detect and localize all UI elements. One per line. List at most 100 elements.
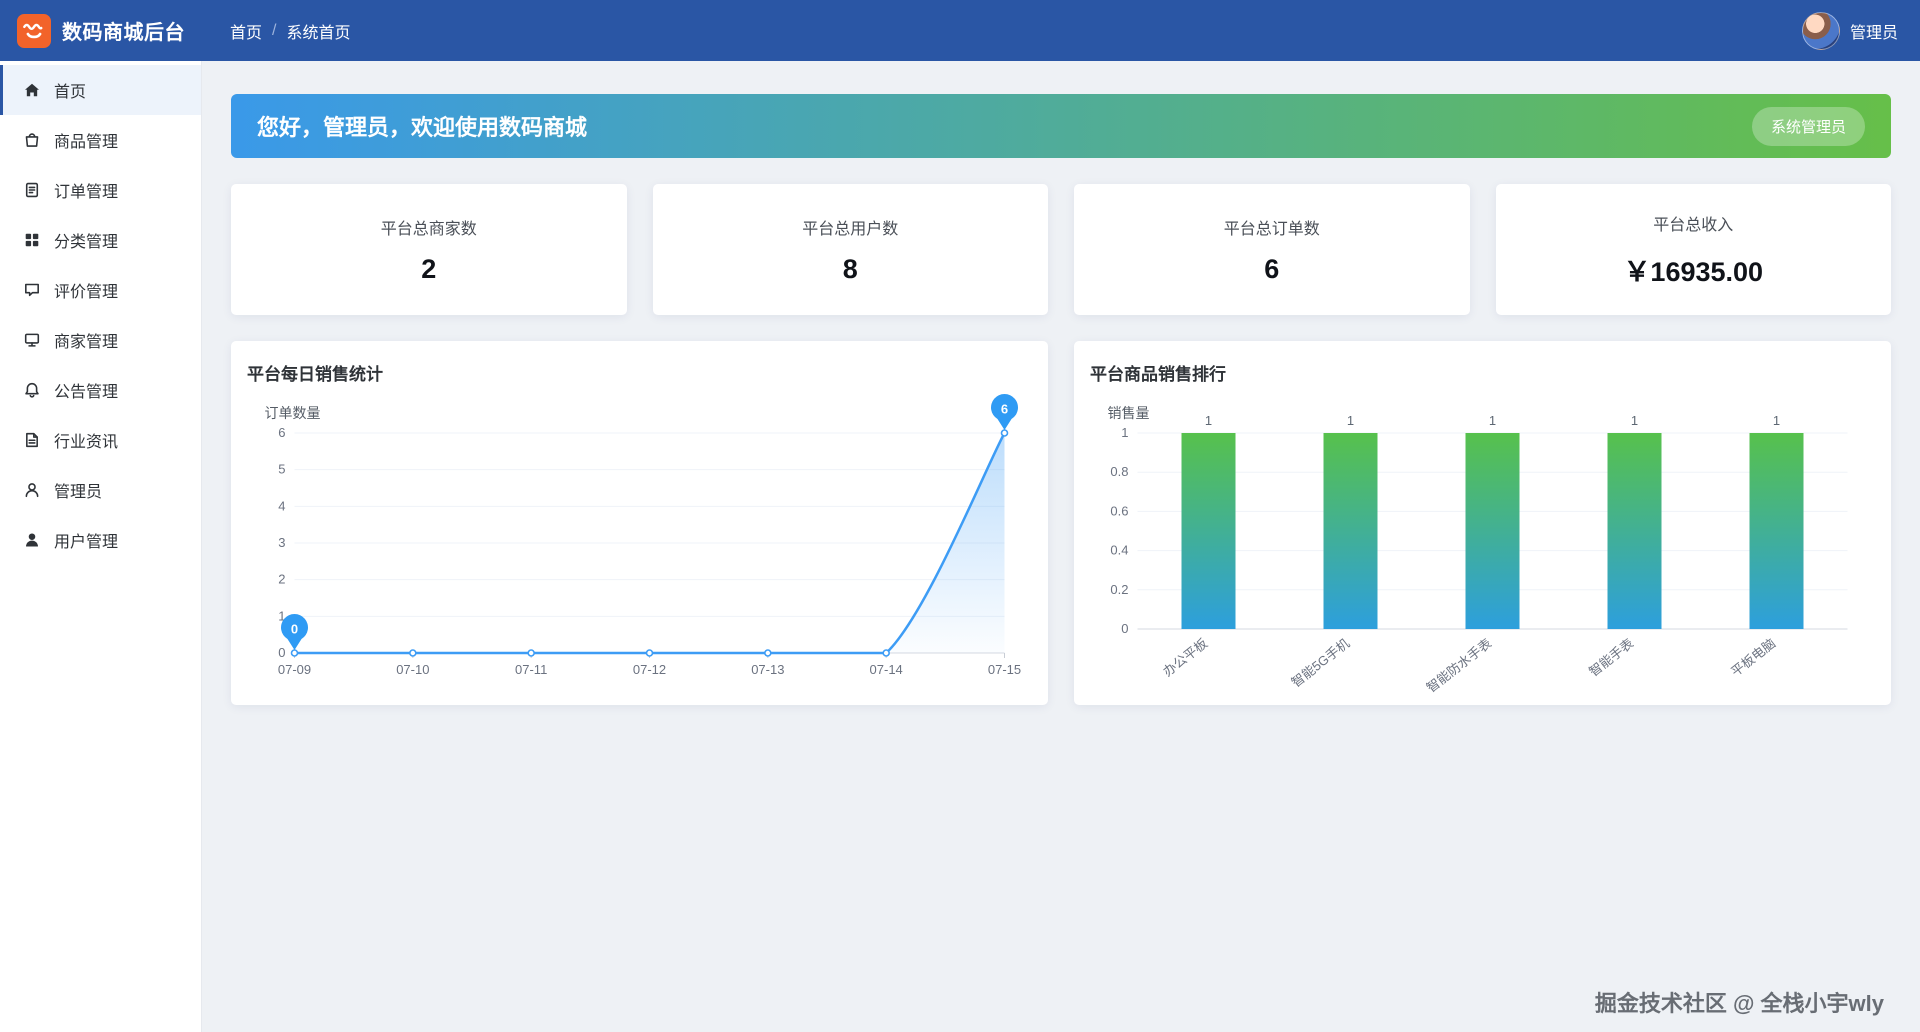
svg-text:07-15: 07-15 bbox=[988, 662, 1021, 677]
users-icon bbox=[23, 531, 41, 549]
svg-text:0.2: 0.2 bbox=[1110, 582, 1128, 597]
stat-value: 6 bbox=[1264, 253, 1280, 284]
stat-value: 8 bbox=[842, 253, 858, 284]
category-icon bbox=[23, 231, 41, 249]
svg-text:1: 1 bbox=[1489, 413, 1496, 428]
stat-value: 2 bbox=[421, 253, 437, 284]
svg-text:1: 1 bbox=[1205, 413, 1212, 428]
comment-icon bbox=[23, 281, 41, 299]
bar-1 bbox=[1181, 433, 1236, 629]
charts-row: 平台每日销售统计 0 1 2 3 4 5 6 07-09 07-10 07-11 07-12 07-1… bbox=[231, 341, 1891, 705]
svg-text:6: 6 bbox=[278, 425, 285, 440]
sidebar-item-goods[interactable]: 商品管理 bbox=[0, 115, 201, 165]
svg-text:0.4: 0.4 bbox=[1110, 543, 1128, 558]
svg-text:1: 1 bbox=[1121, 425, 1128, 440]
svg-text:平板电脑: 平板电脑 bbox=[1728, 636, 1778, 680]
product-sales-bar-chart: 0 0.2 0.4 0.6 0.8 1 销售量 1 办公平板 1 智能5G手机 1 智能防水手表 1 智能手… bbox=[1108, 405, 1848, 693]
bar-4 bbox=[1607, 433, 1662, 629]
top-header: 数码商城后台 首页 / 系统首页 管理员 bbox=[0, 0, 1920, 61]
svg-text:0: 0 bbox=[1121, 621, 1128, 636]
sidebar-menu: 首页商品管理订单管理分类管理评价管理商家管理公告管理行业资讯管理员用户管理 bbox=[0, 61, 202, 1032]
user-avatar[interactable] bbox=[1801, 11, 1840, 50]
sidebar-item-bell[interactable]: 公告管理 bbox=[0, 365, 201, 415]
sidebar-item-category[interactable]: 分类管理 bbox=[0, 215, 201, 265]
sidebar-item-admin[interactable]: 管理员 bbox=[0, 465, 201, 515]
svg-text:1: 1 bbox=[1347, 413, 1354, 428]
sidebar-item-label: 用户管理 bbox=[54, 534, 119, 551]
svg-text:07-10: 07-10 bbox=[396, 662, 429, 677]
news-icon bbox=[23, 431, 41, 449]
goods-icon bbox=[23, 131, 41, 149]
sidebar-item-label: 商家管理 bbox=[54, 334, 119, 351]
breadcrumb: 首页 / 系统首页 bbox=[230, 19, 350, 43]
svg-text:07-09: 07-09 bbox=[278, 662, 311, 677]
product-ranking-card: 平台商品销售排行 0 0.2 0.4 0.6 0.8 1 销售量 1 办公平板 1 智能5G手机 1 智… bbox=[1074, 341, 1891, 705]
line-chart-title: 平台每日销售统计 bbox=[247, 365, 383, 384]
stat-value: ￥16935.00 bbox=[1623, 256, 1764, 287]
svg-text:07-11: 07-11 bbox=[515, 662, 547, 677]
svg-text:0: 0 bbox=[291, 622, 298, 637]
order-icon bbox=[23, 181, 41, 199]
svg-text:07-14: 07-14 bbox=[870, 662, 903, 677]
welcome-text: 您好，管理员，欢迎使用数码商城 bbox=[257, 115, 588, 140]
sidebar-item-label: 公告管理 bbox=[54, 384, 119, 401]
svg-text:订单数量: 订单数量 bbox=[265, 405, 321, 421]
watermark: 掘金技术社区 @ 全栈小宇wly bbox=[1594, 991, 1884, 1016]
bar-3 bbox=[1465, 433, 1520, 629]
shop-icon bbox=[23, 331, 41, 349]
sidebar-item-label: 分类管理 bbox=[54, 234, 119, 251]
svg-text:1: 1 bbox=[1631, 413, 1638, 428]
svg-text:0.8: 0.8 bbox=[1110, 464, 1128, 479]
svg-text:5: 5 bbox=[278, 462, 285, 477]
svg-text:智能手表: 智能手表 bbox=[1586, 636, 1636, 680]
stat-card: 平台总收入 ￥16935.00 bbox=[1495, 184, 1891, 315]
stat-label: 平台总用户数 bbox=[802, 220, 899, 238]
stat-card: 平台总用户数 8 bbox=[652, 184, 1048, 315]
stat-card: 平台总商家数 2 bbox=[231, 184, 627, 315]
svg-text:6: 6 bbox=[1001, 402, 1008, 417]
svg-text:4: 4 bbox=[278, 498, 285, 513]
stat-label: 平台总订单数 bbox=[1223, 220, 1320, 238]
app-title: 数码商城后台 bbox=[62, 22, 185, 44]
svg-text:0: 0 bbox=[278, 645, 285, 660]
sidebar-item-label: 行业资讯 bbox=[54, 434, 119, 451]
admin-icon bbox=[23, 481, 41, 499]
sidebar-item-label: 管理员 bbox=[54, 484, 103, 501]
svg-text:智能防水手表: 智能防水手表 bbox=[1424, 636, 1495, 693]
app-logo-icon bbox=[17, 13, 51, 48]
bar-chart-title: 平台商品销售排行 bbox=[1090, 365, 1226, 384]
sidebar-item-home[interactable]: 首页 bbox=[0, 65, 201, 115]
svg-text:0.6: 0.6 bbox=[1110, 503, 1128, 518]
svg-text:2: 2 bbox=[278, 572, 285, 587]
breadcrumb-home[interactable]: 首页 bbox=[230, 19, 262, 43]
stat-card: 平台总订单数 6 bbox=[1074, 184, 1470, 315]
user-menu[interactable]: 管理员 bbox=[1801, 11, 1920, 50]
sidebar-item-order[interactable]: 订单管理 bbox=[0, 165, 201, 215]
bar-2 bbox=[1323, 433, 1378, 629]
svg-text:销售量: 销售量 bbox=[1108, 405, 1150, 421]
stat-label: 平台总商家数 bbox=[380, 220, 477, 238]
home-icon bbox=[23, 81, 41, 99]
sidebar-item-label: 评价管理 bbox=[54, 284, 119, 301]
sidebar-item-comment[interactable]: 评价管理 bbox=[0, 265, 201, 315]
sidebar-item-users[interactable]: 用户管理 bbox=[0, 515, 201, 565]
svg-text:3: 3 bbox=[278, 535, 285, 550]
breadcrumb-separator: / bbox=[272, 21, 277, 39]
sidebar-item-news[interactable]: 行业资讯 bbox=[0, 415, 201, 465]
svg-text:办公平板: 办公平板 bbox=[1160, 636, 1210, 680]
user-name: 管理员 bbox=[1849, 24, 1898, 42]
svg-text:1: 1 bbox=[1773, 413, 1780, 428]
sidebar-item-label: 首页 bbox=[54, 84, 87, 101]
svg-text:07-13: 07-13 bbox=[751, 662, 784, 677]
sidebar-item-shop[interactable]: 商家管理 bbox=[0, 315, 201, 365]
brand: 数码商城后台 bbox=[0, 13, 203, 48]
bar-5 bbox=[1749, 433, 1804, 629]
stat-label: 平台总收入 bbox=[1653, 216, 1734, 234]
chart-markpoint: 6 bbox=[990, 393, 1018, 430]
daily-sales-line-chart: 012345607-09 07-10 07-11 07-12 07-13 07-14 07-… bbox=[265, 393, 1021, 677]
sidebar-item-label: 订单管理 bbox=[54, 184, 119, 201]
page-layout: 首页商品管理订单管理分类管理评价管理商家管理公告管理行业资讯管理员用户管理 您好… bbox=[0, 61, 1920, 1032]
bell-icon bbox=[23, 381, 41, 399]
svg-text:07-12: 07-12 bbox=[633, 662, 666, 677]
breadcrumb-current: 系统首页 bbox=[286, 24, 351, 42]
